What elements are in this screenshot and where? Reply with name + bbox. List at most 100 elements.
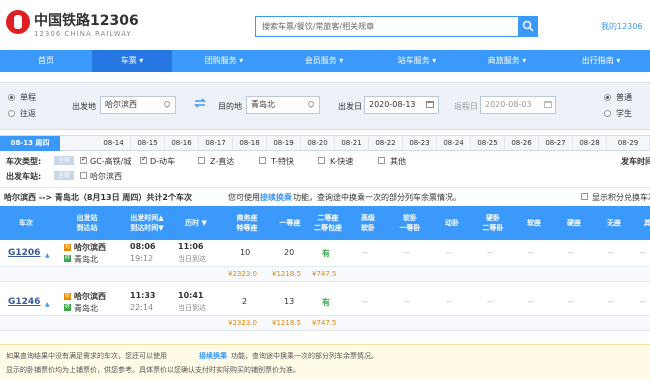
tip-suffix: 功能，查询途中换乘一次的部分列车余票情况。: [293, 193, 461, 202]
train-number[interactable]: G1206: [8, 248, 40, 258]
normal-ticket-radio[interactable]: [604, 94, 611, 101]
gc-checkbox[interactable]: [80, 155, 87, 164]
result-summary: 哈尔滨西 --> 青岛北（8月13日 周四）共计2个车次: [4, 193, 192, 202]
t-checkbox[interactable]: [259, 157, 266, 164]
points-label: 显示积分兑换车次: [592, 193, 650, 202]
second-seat-status[interactable]: 有: [322, 248, 330, 259]
date-tab[interactable]: 08-22: [369, 136, 403, 151]
arrive-time: 22:14: [130, 303, 154, 312]
gc-label: GC-高铁/城: [90, 157, 132, 166]
train-number[interactable]: G1246: [8, 297, 40, 307]
price-row: ¥2323.0 ¥1218.5 ¥747.5: [0, 267, 650, 282]
col-times[interactable]: 出发时间▲ 到达时间▼: [120, 206, 174, 240]
nav-station-service[interactable]: 站车服务 ▾: [372, 50, 462, 72]
second-price: ¥747.5: [312, 270, 337, 278]
d-checkbox[interactable]: [140, 155, 147, 164]
end-station-badge-icon: 终: [64, 304, 71, 311]
note-transfer-link[interactable]: 接续换乘: [199, 351, 227, 361]
from-station[interactable]: 哈尔滨西: [74, 291, 106, 302]
first-price: ¥1218.5: [272, 319, 301, 327]
to-station-value: 青岛北: [251, 100, 275, 109]
date-tab[interactable]: 08-29: [607, 136, 650, 151]
z-checkbox[interactable]: [198, 157, 205, 164]
date-tab[interactable]: 08-14: [97, 136, 131, 151]
points-checkbox[interactable]: [581, 193, 588, 200]
station-label: 哈尔滨西: [90, 172, 122, 181]
business-price: ¥2323.0: [228, 270, 257, 278]
to-station[interactable]: 青岛北: [74, 303, 98, 314]
nav-group-service[interactable]: 团购服务 ▾: [172, 50, 276, 72]
seat-empty: --: [568, 248, 574, 257]
swap-stations-icon[interactable]: [194, 98, 206, 108]
return-date-label: 返程日: [454, 102, 478, 111]
expand-arrow-icon[interactable]: ▲: [45, 252, 50, 259]
end-station-badge-icon: 终: [64, 255, 71, 262]
main-nav: 首页 车票 ▾ 团购服务 ▾ 会员服务 ▾ 站车服务 ▾ 商旅服务 ▾ 出行指南…: [0, 50, 650, 72]
depart-station-label: 出发车站:: [6, 172, 42, 181]
seat-empty: --: [446, 297, 452, 306]
note-line1-suffix: 功能，查询途中换乘一次的部分列车余票情况。: [231, 352, 378, 360]
date-tab[interactable]: 08-27: [539, 136, 573, 151]
date-tab[interactable]: 08-21: [335, 136, 369, 151]
date-tab[interactable]: 08-19: [267, 136, 301, 151]
table-row: G1206 ▲ 始 哈尔滨西 终 青岛北 08:06 19:12 11:06 当…: [0, 240, 650, 267]
second-seat-status[interactable]: 有: [322, 297, 330, 308]
business-seat-count[interactable]: 2: [242, 297, 247, 306]
search-button[interactable]: [518, 16, 538, 37]
col-hard-sleeper: 硬卧 二等卧: [482, 214, 504, 232]
query-panel: 单程 往返 出发地 哈尔滨西 目的地 青岛北 出发日 2020-08-13 返程…: [0, 82, 650, 130]
seat-empty: --: [446, 248, 452, 257]
date-tab[interactable]: 08-18: [233, 136, 267, 151]
my-account-link[interactable]: 我的12306: [601, 21, 642, 32]
nav-travel-guide[interactable]: 出行指南 ▾: [552, 50, 650, 72]
first-seat-count[interactable]: 20: [284, 248, 294, 257]
bottom-note: 如果查询结果中没有满足需求的车次，您还可以使用 接续换乘 功能，查询途中换乘一次…: [0, 344, 650, 380]
depart-time: 11:33: [130, 291, 156, 300]
expand-arrow-icon[interactable]: ▲: [45, 301, 50, 308]
search-placeholder: 搜索车票/餐饮/常旅客/相关规章: [262, 22, 375, 31]
to-station[interactable]: 青岛北: [74, 254, 98, 265]
date-tab[interactable]: 08-28: [573, 136, 607, 151]
nav-tickets[interactable]: 车票 ▾: [92, 50, 172, 72]
date-tab[interactable]: 08-15: [131, 136, 165, 151]
student-ticket-radio[interactable]: [604, 110, 611, 117]
one-way-radio[interactable]: [8, 94, 15, 101]
site-title[interactable]: 中国铁路12306: [34, 10, 139, 30]
date-tab[interactable]: 08-20: [301, 136, 335, 151]
date-tab[interactable]: 08-26: [505, 136, 539, 151]
date-tab[interactable]: 08-17: [199, 136, 233, 151]
nav-member-service[interactable]: 会员服务 ▾: [276, 50, 372, 72]
col-premium-sleeper: 高级 软卧: [361, 214, 375, 232]
date-tab[interactable]: 08-25: [471, 136, 505, 151]
train-type-all-tag[interactable]: 全部: [54, 156, 74, 165]
date-tab[interactable]: 08-16: [165, 136, 199, 151]
seat-empty: --: [404, 297, 410, 306]
col-train: 车次: [19, 219, 33, 227]
duration: 10:41: [178, 291, 204, 300]
station-checkbox[interactable]: [80, 172, 87, 179]
other-checkbox[interactable]: [378, 157, 385, 164]
date-tab[interactable]: 08-23: [403, 136, 437, 151]
duration: 11:06: [178, 242, 204, 251]
k-checkbox[interactable]: [318, 157, 325, 164]
col-duration[interactable]: 历时 ▼: [176, 206, 216, 240]
seat-empty: --: [404, 248, 410, 257]
result-summary-bar: 哈尔滨西 --> 青岛北（8月13日 周四）共计2个车次 您可使用 接续换乘 功…: [0, 187, 650, 205]
student-ticket-label: 学生: [616, 109, 632, 118]
from-station[interactable]: 哈尔滨西: [74, 242, 106, 253]
station-all-tag[interactable]: 全部: [54, 171, 74, 180]
nav-business-service[interactable]: 商旅服务 ▾: [462, 50, 552, 72]
railway-logo-icon[interactable]: [6, 10, 30, 34]
first-seat-count[interactable]: 13: [284, 297, 294, 306]
business-seat-count[interactable]: 10: [240, 248, 250, 257]
date-tab-active[interactable]: 08-13 周四: [0, 136, 60, 151]
date-tab[interactable]: 08-24: [437, 136, 471, 151]
k-label: K-快速: [330, 157, 354, 166]
seat-empty: --: [487, 297, 493, 306]
seat-empty: --: [362, 297, 368, 306]
one-way-label: 单程: [20, 93, 36, 102]
nav-home[interactable]: 首页: [0, 50, 92, 72]
round-trip-radio[interactable]: [8, 110, 15, 117]
transfer-link[interactable]: 接续换乘: [260, 192, 292, 203]
site-search-input[interactable]: 搜索车票/餐饮/常旅客/相关规章: [255, 16, 520, 37]
